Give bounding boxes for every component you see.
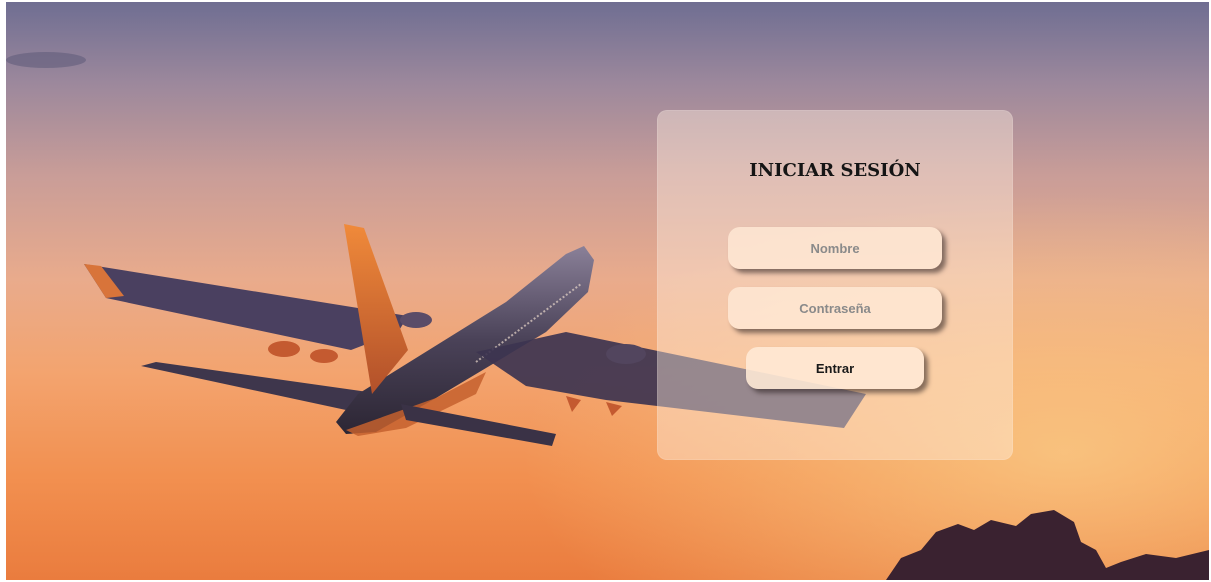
enter-button[interactable]: Entrar [746,347,924,389]
login-screen: INICIAR SESIÓN Entrar [6,2,1209,580]
login-card: INICIAR SESIÓN Entrar [657,110,1013,460]
name-input[interactable] [728,227,942,269]
sunset-airplane-background [6,2,1209,580]
password-input[interactable] [728,287,942,329]
login-title: INICIAR SESIÓN [749,160,921,181]
